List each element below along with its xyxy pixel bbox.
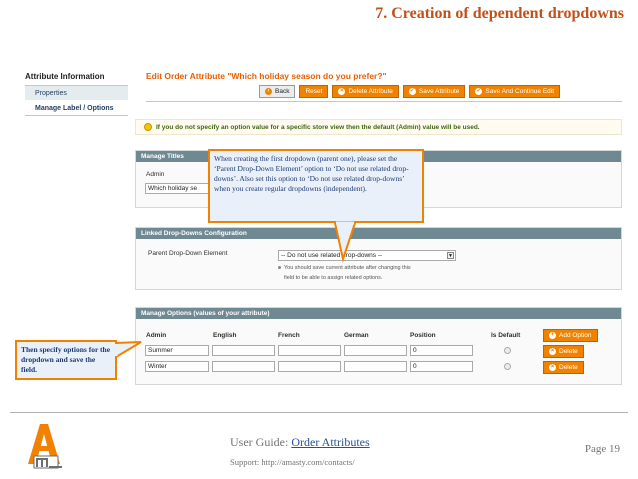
is-default-radio[interactable] xyxy=(504,347,511,354)
slide-title: 7. Creation of dependent dropdowns xyxy=(375,5,624,22)
title-admin-input[interactable]: Which holiday se xyxy=(145,183,211,194)
back-arrow-icon: ‹ xyxy=(265,88,272,95)
parent-dropdown-value: -- Do not use related drop-downs -- xyxy=(281,252,383,259)
option-english-input[interactable] xyxy=(212,345,275,356)
delete-icon: × xyxy=(338,88,346,95)
save-icon: ✓ xyxy=(408,88,416,95)
linked-dropdowns-heading: Linked Drop-Downs Configuration xyxy=(136,228,621,239)
back-button-label: Back xyxy=(275,88,290,95)
column-french: French xyxy=(278,332,300,339)
page-number: Page 19 xyxy=(584,443,620,455)
delete-attribute-label: Delete Attribute xyxy=(348,88,393,95)
hint-bullet-icon xyxy=(278,266,281,270)
linked-dropdowns-section: Linked Drop-Downs Configuration Parent D… xyxy=(135,227,622,290)
back-button[interactable]: ‹ Back xyxy=(259,85,296,98)
delete-option-button[interactable]: × Delete xyxy=(543,361,584,374)
column-admin: Admin xyxy=(146,332,167,339)
option-position-input[interactable]: 0 xyxy=(410,361,473,372)
order-attributes-link[interactable]: Order Attributes xyxy=(291,435,369,449)
column-german: German xyxy=(344,332,369,339)
option-german-input[interactable] xyxy=(344,345,407,356)
option-admin-input[interactable]: Summer xyxy=(145,345,209,356)
parent-dropdown-label: Parent Drop-Down Element xyxy=(148,250,228,257)
amasty-logo-icon xyxy=(28,424,62,469)
guide-prefix: User Guide: xyxy=(230,435,292,449)
header-divider xyxy=(146,101,622,102)
footer-guide: User Guide: Order Attributes xyxy=(230,435,370,450)
delete-option-label: Delete xyxy=(559,364,578,371)
delete-option-button[interactable]: × Delete xyxy=(543,345,584,358)
lightbulb-icon xyxy=(144,123,152,131)
column-position: Position xyxy=(410,332,436,339)
manage-options-heading: Manage Options (values of your attribute… xyxy=(136,308,621,319)
attribute-sidebar: Attribute Information Properties Manage … xyxy=(25,70,128,116)
page-title: Edit Order Attribute "Which holiday seas… xyxy=(146,71,387,81)
store-view-notice: If you do not specify an option value fo… xyxy=(135,119,622,135)
delete-icon: × xyxy=(549,348,556,355)
footer-divider xyxy=(10,412,628,413)
reset-button[interactable]: Reset xyxy=(299,85,329,98)
chevron-down-icon: ▼ xyxy=(447,252,454,259)
hint-line-2: field to be able to assign related optio… xyxy=(284,275,383,281)
is-default-radio[interactable] xyxy=(504,363,511,370)
column-is-default: Is Default xyxy=(491,332,521,339)
save-and-continue-button[interactable]: ✓ Save And Continue Edit xyxy=(469,85,561,98)
option-english-input[interactable] xyxy=(212,361,275,372)
notice-text: If you do not specify an option value fo… xyxy=(156,123,480,131)
hint-line-1: You should save current attribute after … xyxy=(284,265,411,271)
add-option-button[interactable]: + Add Option xyxy=(543,329,598,342)
save-continue-icon: ✓ xyxy=(475,88,483,95)
sidebar-heading: Attribute Information xyxy=(25,70,128,86)
save-and-continue-label: Save And Continue Edit xyxy=(485,88,555,95)
parent-dropdown-select[interactable]: -- Do not use related drop-downs -- ▼ xyxy=(278,250,456,261)
column-english: English xyxy=(213,332,237,339)
action-toolbar: ‹ Back Reset × Delete Attribute ✓ Save A… xyxy=(259,85,561,98)
sidebar-item-manage-label-options[interactable]: Manage Label / Options xyxy=(25,101,128,116)
parent-dropdown-hint: You should save current attribute after … xyxy=(278,263,411,283)
options-callout: Then specify options for the dropdown an… xyxy=(15,340,142,380)
option-french-input[interactable] xyxy=(278,361,341,372)
option-french-input[interactable] xyxy=(278,345,341,356)
parent-dropdown-callout-text: When creating the first dropdown (parent… xyxy=(214,154,409,193)
delete-attribute-button[interactable]: × Delete Attribute xyxy=(332,85,399,98)
delete-icon: × xyxy=(549,364,556,371)
delete-option-label: Delete xyxy=(559,348,578,355)
callout-pointer xyxy=(114,341,142,359)
sidebar-item-properties[interactable]: Properties xyxy=(25,86,128,101)
add-option-label: Add Option xyxy=(559,332,592,339)
options-callout-text: Then specify options for the dropdown an… xyxy=(21,345,111,374)
titles-admin-label: Admin xyxy=(146,171,165,178)
parent-dropdown-callout: When creating the first dropdown (parent… xyxy=(208,149,424,263)
option-position-input[interactable]: 0 xyxy=(410,345,473,356)
support-text: Support: http://amasty.com/contacts/ xyxy=(230,457,355,467)
reset-button-label: Reset xyxy=(305,88,323,95)
plus-icon: + xyxy=(549,332,556,339)
option-german-input[interactable] xyxy=(344,361,407,372)
save-attribute-label: Save Attribute xyxy=(418,88,460,95)
manage-options-section: Manage Options (values of your attribute… xyxy=(135,307,622,385)
callout-pointer xyxy=(333,221,357,263)
save-attribute-button[interactable]: ✓ Save Attribute xyxy=(402,85,466,98)
option-admin-input[interactable]: Winter xyxy=(145,361,209,372)
